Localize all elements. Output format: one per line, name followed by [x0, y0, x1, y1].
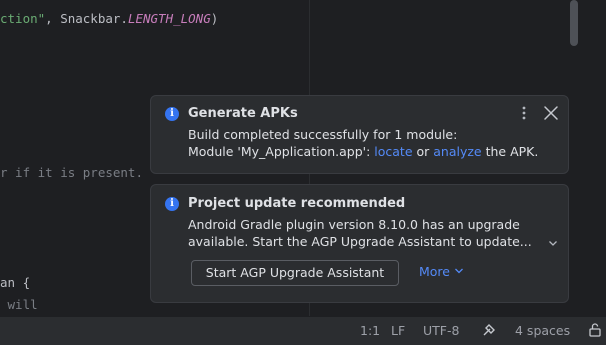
analyze-link[interactable]: analyze	[433, 144, 481, 159]
more-options-icon[interactable]	[514, 103, 534, 123]
start-agp-upgrade-assistant-button[interactable]: Start AGP Upgrade Assistant	[191, 260, 399, 286]
expand-chevron-icon[interactable]	[547, 234, 559, 246]
code-line-3: an {	[0, 275, 31, 290]
notification-body: available. Start the AGP Upgrade Assista…	[188, 234, 532, 249]
caret-position[interactable]: 1:1	[360, 323, 380, 338]
notification-project-update: i Project update recommended Android Gra…	[150, 184, 569, 303]
info-icon: i	[165, 107, 179, 121]
lock-icon[interactable]	[588, 322, 602, 341]
locate-link[interactable]: locate	[374, 144, 412, 159]
indent-setting[interactable]: 4 spaces	[515, 323, 570, 338]
chevron-down-icon	[455, 268, 463, 274]
notification-title: Project update recommended	[188, 196, 406, 211]
more-dropdown[interactable]: More	[419, 264, 465, 279]
editor-scrollbar[interactable]	[570, 0, 578, 46]
code-text: )	[210, 11, 219, 26]
code-text: , Snackbar.	[45, 11, 128, 26]
body-text: the APK.	[481, 144, 539, 159]
file-encoding[interactable]: UTF-8	[423, 323, 459, 338]
code-style-icon[interactable]	[481, 322, 497, 341]
code-line-1: ction", Snackbar.LENGTH_LONG)	[0, 11, 218, 26]
code-constant: LENGTH_LONG	[127, 11, 211, 26]
body-text: Module 'My_Application.app':	[188, 144, 375, 159]
close-icon[interactable]	[542, 104, 560, 122]
code-line-comment-2: will	[0, 297, 38, 312]
more-label: More	[419, 264, 450, 279]
notification-body: Build completed successfully for 1 modul…	[188, 127, 458, 142]
code-string: ction"	[0, 11, 46, 26]
notification-generate-apks: i Generate APKs Build completed successf…	[150, 95, 569, 174]
info-icon: i	[165, 197, 179, 211]
notification-body: Android Gradle plugin version 8.10.0 has…	[188, 217, 520, 232]
notification-title: Generate APKs	[188, 106, 298, 121]
line-ending[interactable]: LF	[391, 323, 405, 338]
body-text: or	[412, 144, 434, 159]
notification-body-links: Module 'My_Application.app': locate or a…	[188, 143, 538, 160]
status-bar: 1:1 LF UTF-8 4 spaces	[0, 316, 606, 345]
code-line-comment: r if it is present.	[0, 165, 143, 180]
